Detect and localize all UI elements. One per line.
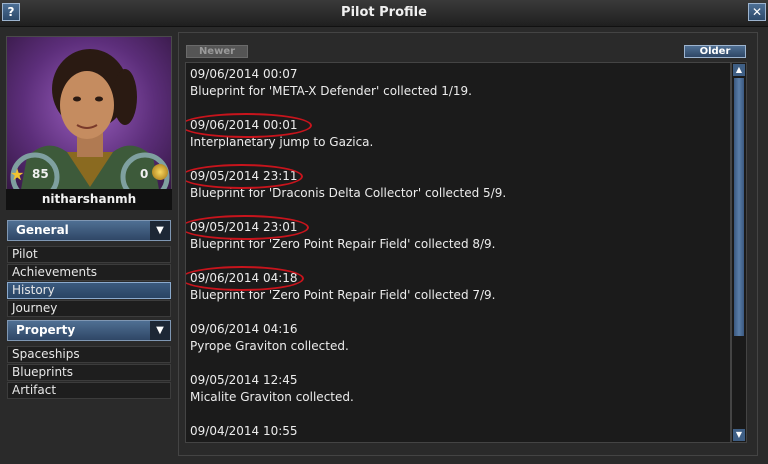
medal-count: 0: [140, 167, 149, 181]
chevron-down-icon[interactable]: ▼: [150, 221, 170, 240]
list-item: 09/06/2014 00:07 Blueprint for 'META-X D…: [190, 66, 472, 100]
list-item: 09/04/2014 10:55: [190, 423, 298, 442]
scroll-thumb[interactable]: [734, 78, 744, 336]
triangle-down-icon[interactable]: ▼: [733, 429, 745, 441]
sidebar-item-artifact[interactable]: Artifact: [7, 382, 171, 399]
highlight-circle: [186, 215, 309, 240]
sidebar-item-achievements[interactable]: Achievements: [7, 264, 171, 281]
close-button[interactable]: ✕: [748, 3, 766, 21]
entry-date: 09/05/2014 12:45: [190, 373, 298, 387]
pilot-name: nitharshanmh: [6, 189, 172, 210]
list-item: 09/05/2014 12:45 Micalite Graviton colle…: [190, 372, 354, 406]
entry-date: 09/06/2014 04:16: [190, 322, 298, 336]
entry-text: Micalite Graviton collected.: [190, 390, 354, 404]
section-general-label: General: [16, 223, 69, 237]
sidebar-item-blueprints[interactable]: Blueprints: [7, 364, 171, 381]
highlight-circle: [186, 113, 312, 138]
entry-text: Blueprint for 'META-X Defender' collecte…: [190, 84, 472, 98]
window-title: Pilot Profile: [341, 5, 427, 20]
section-property-header[interactable]: Property ▼: [7, 320, 171, 341]
entry-date: 09/06/2014 00:07: [190, 67, 298, 81]
title-bar: ? Pilot Profile ✕: [0, 0, 768, 27]
sidebar-item-spaceships[interactable]: Spaceships: [7, 346, 171, 363]
chevron-down-icon[interactable]: ▼: [150, 321, 170, 340]
section-general-header[interactable]: General ▼: [7, 220, 171, 241]
entry-text: [190, 440, 298, 442]
newer-button[interactable]: Newer: [186, 45, 248, 58]
history-scrollbar[interactable]: ▲ ▼: [731, 62, 747, 443]
entry-date: 09/04/2014 10:55: [190, 424, 298, 438]
history-list[interactable]: 09/06/2014 00:07 Blueprint for 'META-X D…: [185, 62, 731, 443]
sidebar-item-history[interactable]: History: [7, 282, 171, 299]
section-property-label: Property: [16, 323, 76, 337]
list-item: 09/06/2014 04:16 Pyrope Graviton collect…: [190, 321, 349, 355]
highlight-circle: [186, 164, 303, 189]
triangle-up-icon[interactable]: ▲: [733, 64, 745, 76]
entry-text: Pyrope Graviton collected.: [190, 339, 349, 353]
older-button[interactable]: Older: [684, 45, 746, 58]
sidebar-item-journey[interactable]: Journey: [7, 300, 171, 317]
medal-icon: [152, 164, 168, 180]
pilot-portrait: [6, 36, 172, 210]
star-icon: ★: [10, 165, 25, 184]
highlight-circle: [186, 266, 304, 291]
rank-value: 85: [32, 167, 49, 181]
sidebar-item-pilot[interactable]: Pilot: [7, 246, 171, 263]
pilot-avatar-image: [10, 49, 170, 209]
